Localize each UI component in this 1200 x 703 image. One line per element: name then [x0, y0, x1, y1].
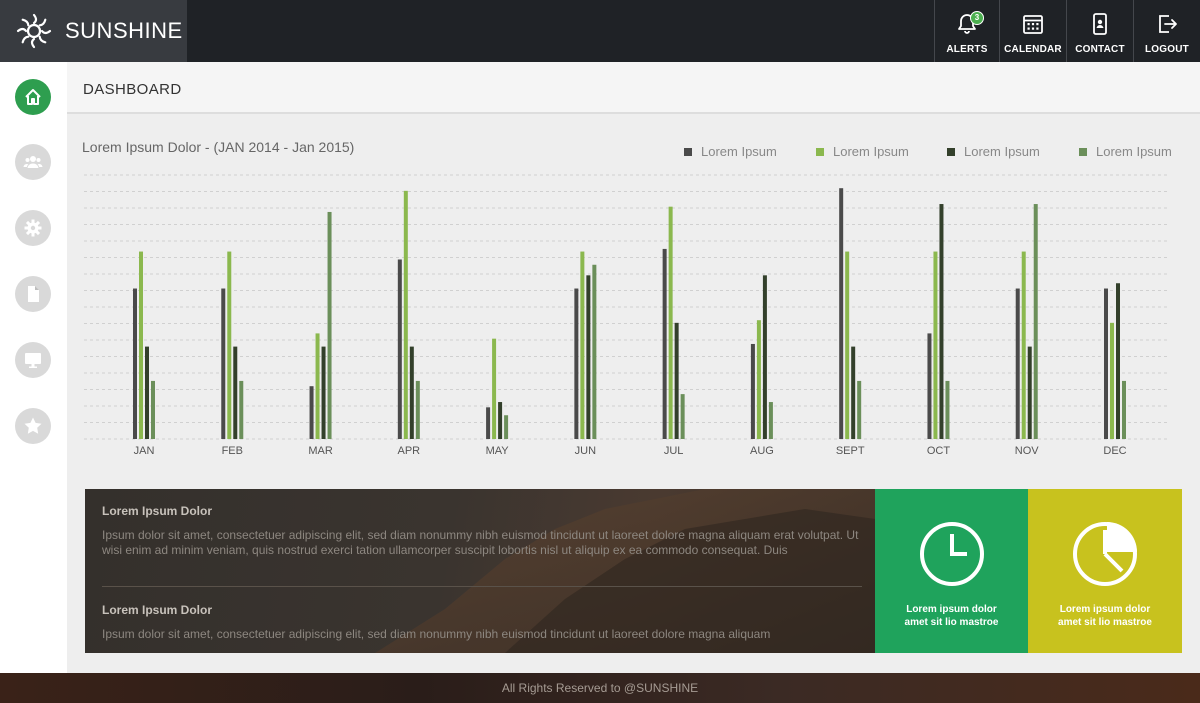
x-tick-label: MAR — [308, 445, 333, 457]
bar-jan-series-1 — [133, 288, 137, 439]
bar-jun-series-1 — [574, 288, 579, 439]
bar-apr-series-1 — [397, 259, 402, 439]
bar-feb-series-3 — [233, 346, 238, 439]
bar-may-series-4 — [504, 415, 509, 439]
x-tick-label: FEB — [222, 445, 243, 457]
bar-mar-series-2 — [315, 333, 320, 439]
bar-nov-series-3 — [1027, 346, 1032, 439]
bar-jan-series-2 — [139, 251, 143, 439]
bar-dec-series-2 — [1110, 322, 1114, 439]
bar-apr-series-2 — [403, 190, 408, 439]
x-tick-label: DEC — [1103, 445, 1126, 457]
x-tick-label: APR — [398, 445, 421, 457]
bar-dec-series-1 — [1104, 288, 1108, 439]
pie-tile-line1: Lorem ipsum dolor — [1059, 604, 1151, 615]
info-divider — [102, 586, 862, 587]
pie-tile-text: Lorem ipsum dolor amet sit lio mastroe — [1035, 603, 1175, 629]
info-text-2: Ipsum dolor sit amet, consectetuer adipi… — [102, 627, 771, 641]
bar-jul-series-2 — [668, 206, 673, 439]
bar-oct-series-3 — [939, 204, 944, 439]
x-tick-label: JUN — [575, 445, 596, 457]
info-title-1: Lorem Ipsum Dolor — [102, 504, 213, 518]
bar-aug-series-2 — [756, 320, 761, 439]
bar-apr-series-3 — [409, 346, 414, 439]
bar-jun-series-3 — [586, 275, 591, 439]
bar-oct-series-1 — [927, 333, 932, 439]
bar-dec-series-4 — [1122, 380, 1126, 439]
bar-sept-series-4 — [857, 380, 862, 439]
x-tick-label: SEPT — [836, 445, 865, 457]
bar-sept-series-3 — [851, 346, 856, 439]
bar-feb-series-2 — [227, 251, 232, 439]
info-text-1: Ipsum dolor sit amet, consectetuer adipi… — [102, 528, 859, 557]
bar-jan-series-4 — [151, 380, 155, 439]
bar-nov-series-2 — [1021, 251, 1026, 439]
x-tick-label: NOV — [1015, 445, 1040, 457]
x-tick-label: JUL — [664, 445, 684, 457]
x-tick-label: OCT — [927, 445, 951, 457]
bar-chart: JAN FEB MAR APR MAY JUN JUL AUG SEPT OCT NOV DEC — [84, 174, 1170, 457]
bar-apr-series-4 — [415, 380, 420, 439]
bar-nov-series-1 — [1015, 288, 1020, 439]
info-title-2: Lorem Ipsum Dolor — [102, 603, 213, 617]
bar-mar-series-4 — [327, 211, 332, 439]
bar-mar-series-1 — [309, 386, 314, 439]
bar-jan-series-3 — [145, 346, 149, 439]
bar-aug-series-3 — [762, 275, 767, 439]
bar-oct-series-2 — [933, 251, 938, 439]
bar-feb-series-1 — [221, 288, 226, 439]
x-tick-label: JAN — [134, 445, 155, 457]
clock-tile-line2: amet sit lio mastroe — [904, 617, 999, 628]
pie-tile-line2: amet sit lio mastroe — [1058, 617, 1152, 628]
clock-tile-text: Lorem ipsum dolor amet sit lio mastroe — [882, 603, 1022, 629]
bar-dec-series-3 — [1116, 283, 1120, 439]
bar-sept-series-1 — [839, 188, 844, 439]
bar-feb-series-4 — [239, 380, 244, 439]
footer-text: All Rights Reserved to @SUNSHINE — [501, 681, 699, 695]
clock-tile[interactable]: Lorem ipsum dolor amet sit lio mastroe — [875, 489, 1028, 653]
bar-may-series-3 — [498, 402, 503, 439]
clock-tile-line1: Lorem ipsum dolor — [906, 604, 997, 615]
bar-jul-series-3 — [674, 322, 679, 439]
info-panel: Lorem Ipsum Dolor Ipsum dolor sit amet, … — [85, 489, 875, 653]
bar-may-series-2 — [492, 338, 497, 439]
bar-jun-series-2 — [580, 251, 585, 439]
x-tick-label: AUG — [750, 445, 774, 457]
pie-chart-tile[interactable]: Lorem ipsum dolor amet sit lio mastroe — [1028, 489, 1182, 653]
x-tick-label: MAY — [486, 445, 510, 457]
bar-mar-series-3 — [321, 346, 326, 439]
bar-jul-series-1 — [662, 248, 667, 439]
footer: All Rights Reserved to @SUNSHINE — [0, 673, 1200, 703]
clock-icon — [919, 522, 984, 586]
bar-jul-series-4 — [680, 394, 685, 439]
pie-chart-icon — [1073, 522, 1137, 586]
bar-nov-series-4 — [1033, 204, 1038, 439]
bar-jun-series-4 — [592, 264, 597, 439]
bar-aug-series-1 — [750, 343, 755, 439]
bar-may-series-1 — [486, 407, 491, 439]
bar-oct-series-4 — [945, 380, 950, 439]
bar-aug-series-4 — [768, 402, 773, 439]
bar-sept-series-2 — [845, 251, 850, 439]
